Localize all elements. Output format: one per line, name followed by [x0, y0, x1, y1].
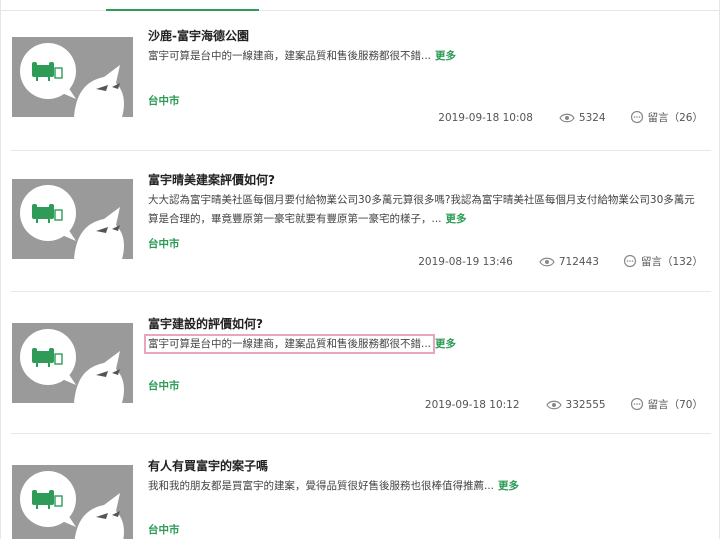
- article-item: 富宇晴美建案評價如何? 大大認為富宇晴美社區每個月要付給物業公司30多萬元算很多…: [1, 151, 720, 292]
- location-link[interactable]: 台中市: [148, 93, 180, 108]
- article-title[interactable]: 富宇晴美建案評價如何?: [148, 171, 275, 188]
- post-date: 2019-09-18 10:08: [438, 111, 533, 124]
- article-summary: 富宇可算是台中的一線建商，建案品質和售後服務都很不錯... 更多: [143, 334, 704, 354]
- article-thumbnail[interactable]: [12, 37, 133, 117]
- article-summary-text: 富宇可算是台中的一線建商，建案品質和售後服務都很不錯...: [148, 50, 432, 62]
- comment-count[interactable]: 留言（132）: [623, 254, 703, 269]
- more-link[interactable]: 更多: [498, 480, 519, 492]
- more-link[interactable]: 更多: [435, 338, 456, 350]
- eye-icon: [545, 400, 562, 409]
- more-link[interactable]: 更多: [446, 213, 467, 225]
- article-title[interactable]: 有人有買富宇的案子嗎: [148, 457, 268, 474]
- location-link[interactable]: 台中市: [148, 236, 180, 251]
- mascot-placeholder-icon: [12, 37, 133, 117]
- view-count: 5324: [559, 112, 606, 124]
- comment-count[interactable]: 留言（70）: [630, 397, 703, 412]
- article-summary-text: 大大認為富宇晴美社區每個月要付給物業公司30多萬元算很多嗎?我認為富宇晴美社區每…: [148, 194, 695, 225]
- view-count: 332555: [545, 398, 606, 411]
- article-meta: 2019-09-18 10:12 332555 留言（70）: [425, 397, 703, 412]
- post-date: 2019-09-18 10:12: [424, 398, 520, 411]
- mascot-placeholder-icon: [12, 179, 133, 259]
- comment-count-label: 留言（132）: [640, 256, 703, 268]
- comment-count[interactable]: 留言（26）: [630, 110, 703, 125]
- article-item: 沙鹿-富宇海德公園 富宇可算是台中的一線建商，建案品質和售後服務都很不錯... 更…: [1, 11, 720, 151]
- speech-bubble-icon: [623, 255, 637, 268]
- article-item: 有人有買富宇的案子嗎 我和我的朋友都是買富宇的建案，覺得品質很好售後服務也很棒值…: [1, 434, 720, 539]
- view-count-value: 712443: [558, 255, 599, 268]
- speech-bubble-icon: [630, 398, 643, 411]
- article-summary: 大大認為富宇晴美社區每個月要付給物業公司30多萬元算很多嗎?我認為富宇晴美社區每…: [148, 191, 704, 229]
- mascot-placeholder-icon: [12, 465, 133, 539]
- article-summary-text: 我和我的朋友都是買富宇的建案，覺得品質很好售後服務也很棒值得推薦...: [148, 480, 495, 492]
- view-count-value: 5324: [578, 111, 606, 124]
- location-link[interactable]: 台中市: [148, 522, 180, 537]
- article-title[interactable]: 富宇建設的評價如何?: [148, 315, 263, 332]
- more-link[interactable]: 更多: [435, 50, 456, 62]
- comment-count-label: 留言（26）: [647, 112, 703, 124]
- article-summary-text: 富宇可算是台中的一線建商，建案品質和售後服務都很不錯...: [143, 334, 436, 354]
- article-meta: 2019-08-19 13:46 712443 留言（132）: [418, 254, 703, 269]
- eye-icon: [539, 257, 555, 266]
- eye-icon: [559, 113, 575, 122]
- article-thumbnail[interactable]: [12, 179, 133, 259]
- article-summary: 我和我的朋友都是買富宇的建案，覺得品質很好售後服務也很棒值得推薦... 更多: [148, 477, 704, 496]
- speech-bubble-icon: [630, 111, 643, 124]
- article-item: 富宇建設的評價如何? 富宇可算是台中的一線建商，建案品質和售後服務都很不錯...…: [1, 292, 720, 434]
- article-summary: 富宇可算是台中的一線建商，建案品質和售後服務都很不錯... 更多: [148, 47, 704, 66]
- comment-count-label: 留言（70）: [647, 399, 703, 411]
- mascot-placeholder-icon: [12, 323, 133, 403]
- article-title[interactable]: 沙鹿-富宇海德公園: [148, 27, 249, 44]
- article-meta: 2019-09-18 10:08 5324 留言（26）: [438, 110, 703, 125]
- post-date: 2019-08-19 13:46: [418, 255, 513, 268]
- article-list: 沙鹿-富宇海德公園 富宇可算是台中的一線建商，建案品質和售後服務都很不錯... 更…: [0, 0, 720, 539]
- view-count: 712443: [539, 256, 599, 268]
- location-link[interactable]: 台中市: [148, 378, 180, 393]
- article-thumbnail[interactable]: [12, 323, 133, 403]
- article-thumbnail[interactable]: [12, 465, 133, 539]
- view-count-value: 332555: [565, 398, 606, 411]
